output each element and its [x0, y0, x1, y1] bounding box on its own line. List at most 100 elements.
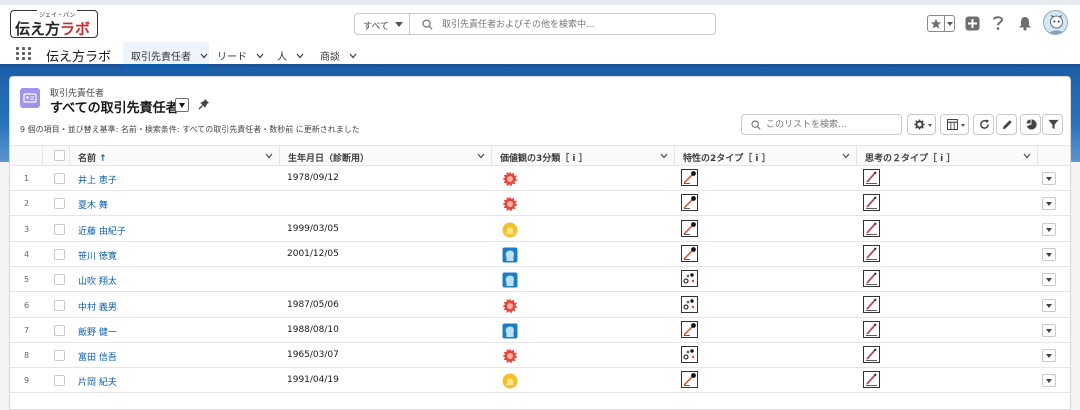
app-launcher-icon[interactable]: [16, 47, 32, 61]
table-row[interactable]: 6 中村 義男 1987/05/06: [10, 292, 1070, 318]
row-number: 5: [24, 275, 30, 285]
column-header-name[interactable]: 名前 ↑: [70, 146, 280, 166]
table-row[interactable]: 2 夏木 舞: [10, 191, 1070, 217]
birthdate-value: 1965/03/07: [287, 350, 339, 361]
search-scope-select[interactable]: すべて: [354, 13, 410, 35]
contact-name-link[interactable]: 片岡 紀夫: [78, 375, 117, 388]
row-checkbox[interactable]: [54, 173, 65, 184]
help-icon[interactable]: [992, 15, 1004, 31]
tab-contacts[interactable]: 取引先責任者: [123, 42, 209, 67]
birthdate-value: 2001/12/05: [287, 248, 339, 259]
pencil-icon: [863, 194, 880, 212]
charts-button[interactable]: [1020, 114, 1041, 135]
row-checkbox[interactable]: [54, 299, 65, 311]
tab-label: 人: [277, 52, 287, 63]
chevron-down-icon: [395, 22, 403, 27]
contact-name-link[interactable]: 富田 信吾: [78, 350, 117, 363]
contact-name-link[interactable]: 夏木 舞: [78, 198, 108, 211]
refresh-icon: [980, 119, 990, 129]
logo-text: 伝え方ラボ: [15, 18, 90, 39]
column-label: 名前: [78, 154, 97, 164]
blue-head-icon: [502, 323, 518, 339]
row-number: 8: [24, 351, 30, 361]
table-row[interactable]: 3 近藤 由紀子 1999/03/05: [10, 216, 1070, 242]
row-number: 3: [24, 224, 30, 234]
contact-name-link[interactable]: 近藤 由紀子: [78, 224, 126, 237]
row-checkbox[interactable]: [54, 350, 65, 362]
select-all-checkbox[interactable]: [54, 150, 65, 161]
logo[interactable]: ジェイ・パン 伝え方ラボ: [10, 10, 98, 38]
column-header-thinking[interactable]: 思考の２タイプ［ i ］: [857, 146, 1038, 166]
row-actions-button[interactable]: [1042, 374, 1056, 388]
row-actions-button[interactable]: [1042, 197, 1056, 211]
slash-dot-icon: [681, 169, 698, 186]
row-checkbox[interactable]: [54, 274, 65, 286]
row-actions-button[interactable]: [1042, 323, 1056, 337]
birthdate-value: 1988/08/10: [287, 324, 339, 335]
table-row[interactable]: 4 笹川 徳寛 2001/12/05: [10, 241, 1070, 267]
list-search[interactable]: [741, 114, 902, 135]
pencil-icon: [863, 219, 880, 237]
global-search-input[interactable]: [442, 17, 702, 32]
gear-icon: [914, 119, 925, 130]
blue-head-icon: [502, 247, 518, 263]
tab-people[interactable]: 人: [277, 42, 304, 65]
tab-label: リード: [217, 52, 247, 63]
column-label: 価値観の3分類［ i ］: [500, 154, 588, 164]
table-row[interactable]: 7 飯野 健一 1988/08/10: [10, 317, 1070, 343]
display-as-button[interactable]: [940, 114, 969, 135]
tab-opportunities[interactable]: 商談: [320, 42, 357, 65]
yellow-bell-icon: [502, 373, 518, 389]
table-row[interactable]: 8 富田 信吾 1965/03/07: [10, 343, 1070, 369]
pin-icon[interactable]: [198, 98, 210, 110]
row-actions-button[interactable]: [1042, 349, 1056, 363]
row-checkbox[interactable]: [54, 324, 65, 336]
row-checkbox[interactable]: [54, 375, 65, 387]
filter-button[interactable]: [1042, 114, 1063, 135]
actions-header: [1038, 146, 1070, 166]
contact-name-link[interactable]: 笹川 徳寛: [78, 249, 117, 262]
contact-name-link[interactable]: 飯野 健一: [78, 325, 117, 338]
table-header: 名前 ↑ 生年月日（診断用） 価値観の3分類［ i ］ 特性の2タイプ［ i ］ …: [10, 145, 1070, 166]
row-actions-button[interactable]: [1042, 298, 1056, 312]
row-number: 2: [24, 199, 30, 209]
list-view-switcher-button[interactable]: [175, 98, 189, 112]
slash-dot-icon: [681, 371, 698, 389]
contact-name-link[interactable]: 中村 義男: [78, 300, 117, 313]
table-row[interactable]: 9 片岡 紀夫 1991/04/19: [10, 368, 1070, 394]
row-number: 6: [24, 300, 30, 310]
table-row[interactable]: 5 山吹 翔太: [10, 267, 1070, 293]
chevron-down-icon: [477, 153, 485, 159]
table-row[interactable]: 1 井上 恵子 1978/09/12: [10, 166, 1070, 191]
column-header-values[interactable]: 価値観の3分類［ i ］: [492, 146, 675, 166]
row-checkbox[interactable]: [54, 223, 65, 235]
red-burst-icon: [502, 348, 518, 364]
column-label: 特性の2タイプ［ i ］: [683, 154, 771, 164]
list-view-title: すべての取引先責任者: [50, 101, 179, 116]
column-header-trait[interactable]: 特性の2タイプ［ i ］: [675, 146, 857, 166]
yellow-bell-icon: [502, 222, 518, 238]
list-search-input[interactable]: [766, 118, 896, 132]
column-header-birthdate[interactable]: 生年月日（診断用）: [280, 146, 492, 166]
favorites-button[interactable]: [927, 15, 955, 32]
add-icon[interactable]: [965, 16, 980, 31]
pencil-icon: [863, 169, 880, 186]
row-checkbox[interactable]: [54, 248, 65, 260]
refresh-button[interactable]: [973, 114, 994, 135]
row-actions-button[interactable]: [1042, 222, 1056, 236]
row-checkbox[interactable]: [54, 198, 65, 210]
row-actions-button[interactable]: [1042, 247, 1056, 261]
tab-leads[interactable]: リード: [217, 42, 264, 65]
global-search[interactable]: [409, 13, 716, 35]
bell-icon[interactable]: [1018, 16, 1032, 31]
row-actions-button[interactable]: [1042, 273, 1056, 287]
birthdate-value: 1978/09/12: [287, 173, 339, 183]
avatar[interactable]: [1043, 10, 1068, 35]
sparkle-icon: [681, 295, 698, 313]
row-actions-button[interactable]: [1042, 172, 1056, 185]
contact-name-link[interactable]: 山吹 翔太: [78, 274, 117, 287]
contact-name-link[interactable]: 井上 恵子: [78, 173, 117, 186]
birthdate-value: 1991/04/19: [287, 375, 339, 386]
list-settings-button[interactable]: [907, 114, 936, 135]
inline-edit-button[interactable]: [996, 114, 1017, 135]
